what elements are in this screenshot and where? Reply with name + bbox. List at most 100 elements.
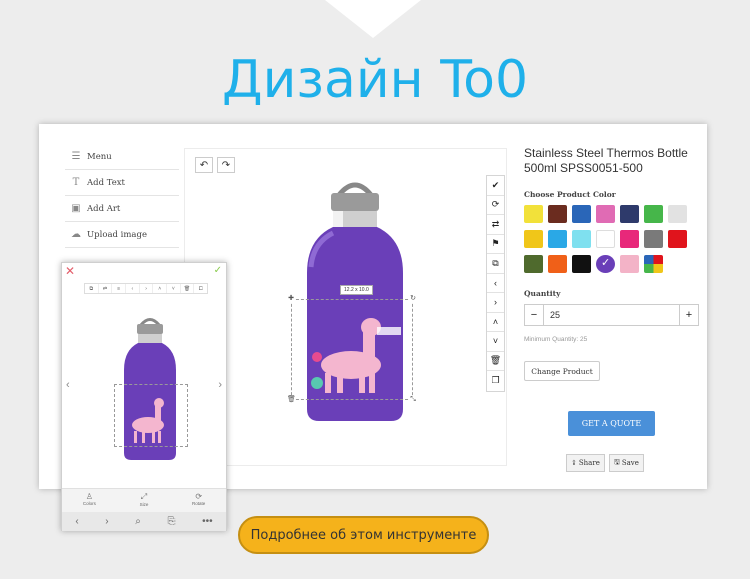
rotate-handle-icon[interactable]: ↻ (409, 295, 417, 303)
quantity-label: Quantity (524, 289, 561, 298)
mobile-tab-colors[interactable]: ♙ Colors (62, 489, 117, 512)
mobile-selection-box[interactable] (114, 384, 188, 447)
canvas-toolstrip: ✔ ⟳ ⇄ ⚑ ⧉ ‹ › ˄ ˅ 🗑 ❐ (486, 175, 505, 392)
mobile-prev-arrow-icon[interactable]: ‹ (66, 379, 70, 391)
align-tool-icon[interactable]: ⧉ (487, 254, 504, 274)
color-swatch[interactable] (572, 230, 591, 248)
mobile-tab-size[interactable]: ⤢ Size (117, 489, 172, 512)
image-icon: ▣ (71, 203, 81, 214)
stamp-tool-icon[interactable]: ⚑ (487, 235, 504, 254)
mobile-tool-icon[interactable]: › (140, 284, 154, 293)
browser-back-icon[interactable]: ‹ (75, 516, 78, 527)
share-button[interactable]: ⇪ Share (566, 454, 605, 472)
mobile-tool-icon[interactable]: ⇄ (99, 284, 113, 293)
sidebar-item-label: Add Text (87, 177, 125, 188)
color-swatch[interactable] (548, 230, 567, 248)
save-icon: 🖫 (613, 457, 620, 466)
browser-more-icon[interactable]: ••• (202, 516, 213, 527)
sidebar-item-label: Upload image (87, 229, 147, 240)
save-button[interactable]: 🖫 Save (608, 454, 644, 472)
color-swatch[interactable] (524, 205, 543, 223)
share-save-group: ⇪ Share 🖫 Save (566, 454, 644, 472)
learn-more-button[interactable]: Подробнее об этом инструменте (238, 516, 489, 554)
sidebar-item-menu[interactable]: ☰ Menu (65, 144, 179, 170)
move-left-icon[interactable]: ‹ (487, 274, 504, 293)
move-up-icon[interactable]: ˄ (487, 313, 504, 332)
color-swatch[interactable] (572, 205, 591, 223)
color-swatch-grid (524, 205, 702, 273)
color-swatch[interactable] (548, 205, 567, 223)
size-icon: ⤢ (140, 492, 148, 501)
color-swatch[interactable] (572, 255, 591, 273)
size-tag: 12.2 x 10.0 (340, 285, 373, 295)
artwork-selection-box[interactable]: ✚ ↻ 🗑 ⤡ (287, 295, 417, 404)
delete-tool-icon[interactable]: 🗑 (487, 352, 504, 371)
color-swatch[interactable] (620, 230, 639, 248)
quantity-stepper: − 25 + (524, 304, 699, 326)
mobile-next-arrow-icon[interactable]: › (218, 379, 222, 391)
move-right-icon[interactable]: › (487, 293, 504, 313)
mobile-tool-icon[interactable]: ˅ (167, 284, 181, 293)
mobile-tool-icon[interactable]: 🗑 (181, 284, 195, 293)
delete-handle-icon[interactable]: 🗑 (287, 396, 296, 404)
get-quote-button[interactable]: GET A QUOTE (568, 411, 655, 436)
redo-button[interactable]: ↷ (217, 157, 235, 173)
quantity-decrease-button[interactable]: − (525, 305, 543, 325)
browser-search-icon[interactable]: ⌕ (135, 516, 141, 527)
color-swatch[interactable] (644, 205, 663, 223)
color-swatch[interactable] (524, 230, 543, 248)
color-swatch[interactable] (548, 255, 567, 273)
choose-color-label: Choose Product Color (524, 190, 616, 199)
top-notch-decoration (325, 0, 421, 38)
menu-icon: ☰ (71, 151, 81, 162)
undo-button[interactable]: ↶ (195, 157, 213, 173)
change-product-button[interactable]: Change Product (524, 361, 600, 381)
mobile-tool-icon[interactable]: ≡ (112, 284, 127, 293)
upload-icon: ☁ (71, 229, 81, 240)
move-down-icon[interactable]: ˅ (487, 332, 504, 352)
sidebar-item-add-text[interactable]: T Add Text (65, 170, 179, 196)
browser-forward-icon[interactable]: › (105, 516, 108, 527)
color-swatch[interactable] (668, 205, 687, 223)
share-label: Share (578, 459, 600, 467)
mobile-bottom-tabs: ♙ Colors ⤢ Size ⟳ Rotate (62, 488, 226, 512)
color-swatch[interactable] (524, 255, 543, 273)
mobile-tool-icon[interactable]: ˄ (153, 284, 168, 293)
scale-handle-icon[interactable]: ⤡ (409, 396, 417, 404)
quantity-increase-button[interactable]: + (680, 305, 698, 325)
color-swatch[interactable] (644, 230, 663, 248)
mobile-tab-label: Colors (82, 501, 96, 506)
resize-handle-icon[interactable]: ✚ (287, 295, 295, 303)
color-swatch[interactable] (620, 205, 639, 223)
designer-sidebar: ☰ Menu T Add Text ▣ Add Art ☁ Upload image (65, 144, 179, 248)
color-swatch[interactable] (596, 255, 615, 273)
confirm-tool-icon[interactable]: ✔ (487, 176, 504, 196)
mobile-header: ✕ ✓ (62, 263, 226, 281)
design-canvas[interactable]: ↶ ↷ ✚ ↻ 🗑 ⤡ 12.2 x 10.0 ✔ ⟳ ⇄ ⚑ ⧉ ‹ › ˄ … (184, 148, 507, 466)
color-swatch[interactable] (596, 205, 615, 223)
color-swatch[interactable] (620, 255, 639, 273)
sidebar-item-add-art[interactable]: ▣ Add Art (65, 196, 179, 222)
confirm-icon[interactable]: ✓ (214, 265, 222, 276)
colors-icon: ♙ (85, 492, 93, 501)
color-swatch[interactable] (644, 255, 663, 273)
sidebar-item-upload-image[interactable]: ☁ Upload image (65, 222, 179, 248)
mobile-tool-icon[interactable]: ⧉ (85, 284, 99, 293)
flip-tool-icon[interactable]: ⇄ (487, 215, 504, 235)
mobile-browser-nav: ‹ › ⌕ ⎘ ••• (62, 512, 226, 531)
refresh-tool-icon[interactable]: ⟳ (487, 196, 504, 215)
mobile-tool-icon[interactable]: ‹ (126, 284, 140, 293)
save-label: Save (621, 459, 639, 467)
minimum-quantity-note: Minimum Quantity: 25 (524, 336, 588, 343)
browser-tabs-icon[interactable]: ⎘ (167, 516, 175, 527)
quantity-input[interactable]: 25 (543, 305, 680, 325)
color-swatch[interactable] (668, 230, 687, 248)
share-icon: ⇪ (571, 459, 577, 467)
undo-redo-group: ↶ ↷ (195, 157, 235, 173)
duplicate-tool-icon[interactable]: ❐ (487, 371, 504, 391)
close-icon[interactable]: ✕ (65, 264, 75, 278)
mobile-tab-rotate[interactable]: ⟳ Rotate (171, 489, 226, 512)
color-swatch[interactable] (596, 230, 615, 248)
mobile-tool-icon[interactable]: ⧠ (194, 284, 207, 293)
text-icon: T (72, 177, 80, 188)
